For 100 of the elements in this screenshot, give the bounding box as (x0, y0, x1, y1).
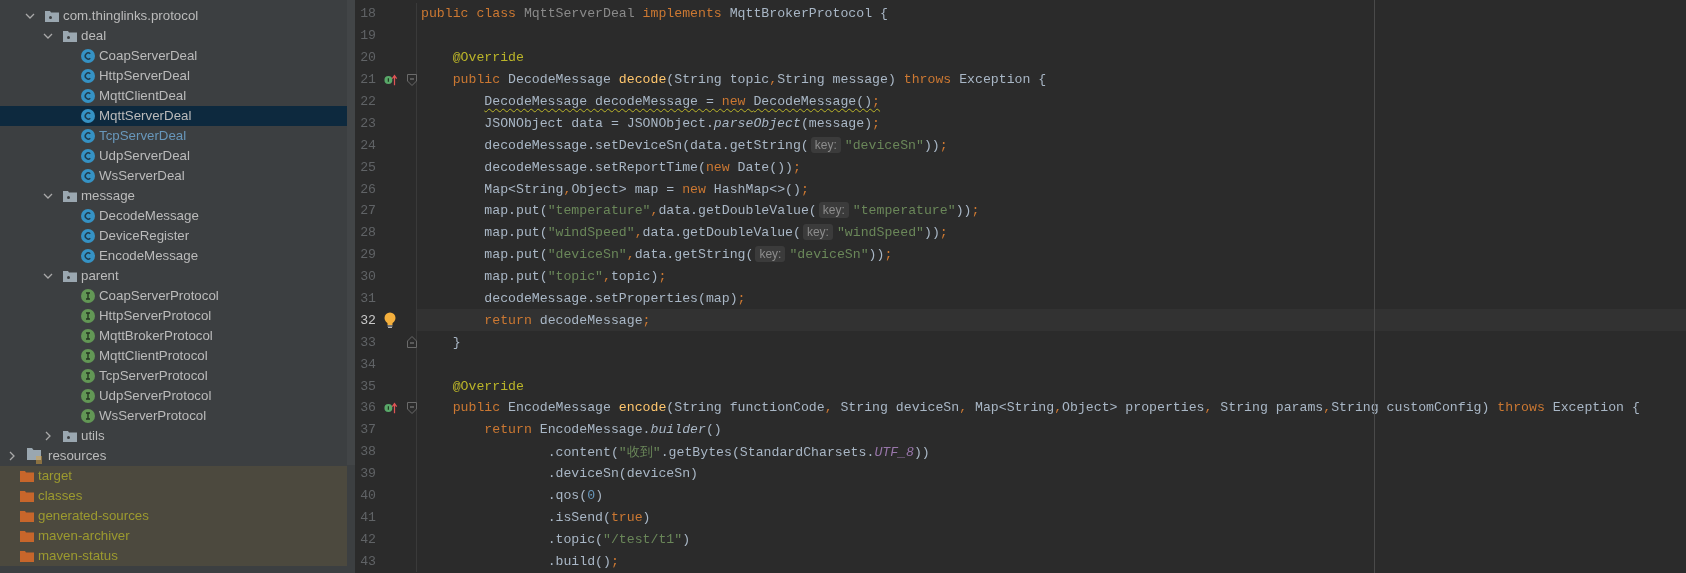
constant: UTF_8 (874, 444, 914, 460)
code-text: EncodeMessage. (539, 422, 651, 438)
method-call: parseObject (713, 115, 801, 131)
line-number: 22 (359, 94, 376, 109)
tree-row[interactable]: DeviceRegister (0, 226, 347, 246)
code-text: .build() (547, 553, 611, 569)
fold-icon[interactable] (407, 336, 417, 349)
tree-row[interactable]: MqttClientProtocol (0, 346, 347, 366)
code-text: EncodeMessage (508, 400, 612, 416)
code-text: MqttBrokerProtocol { (729, 6, 888, 22)
keyword: ; (800, 181, 809, 197)
tree-item-label: CoapServerProtocol (99, 288, 219, 304)
string-literal: "windSpeed" (836, 225, 924, 241)
tree-row[interactable]: TcpServerProtocol (0, 366, 347, 386)
package-icon (63, 30, 77, 42)
string-literal: "windSpeed" (547, 225, 635, 241)
fold-icon[interactable] (407, 73, 417, 86)
tree-item-label: resources (48, 448, 107, 464)
line-number: 30 (359, 269, 376, 285)
tree-row[interactable]: target (0, 466, 347, 486)
method-call: builder (650, 422, 706, 438)
keyword: public (452, 400, 502, 416)
chevron-down-icon[interactable] (43, 31, 53, 41)
keyword: public (452, 72, 502, 88)
code-text: String customConfig) (1331, 400, 1491, 416)
tree-row[interactable]: WsServerProtocol (0, 406, 347, 426)
package-icon (45, 10, 59, 22)
code-text: Object> properties (1062, 400, 1205, 416)
tree-item-label: CoapServerDeal (99, 48, 198, 64)
chevron-down-icon[interactable] (43, 271, 53, 281)
keyword: ; (642, 312, 651, 328)
tree-row[interactable]: CoapServerDeal (0, 46, 347, 66)
code-text: ) (642, 509, 651, 525)
tree-row[interactable]: deal (0, 26, 347, 46)
lightbulb-icon[interactable] (384, 312, 396, 329)
line-number: 20 (359, 50, 376, 66)
tree-row[interactable]: UdpServerDeal (0, 146, 347, 166)
keyword: , (563, 181, 572, 197)
tree-row[interactable]: maven-status (0, 546, 347, 566)
chevron-down-icon[interactable] (25, 11, 35, 21)
tree-row[interactable]: WsServerDeal (0, 166, 347, 186)
implements-method-icon[interactable] (384, 72, 398, 87)
chevron-right-icon[interactable] (43, 431, 53, 441)
code-text: Exception { (959, 72, 1047, 88)
tree-row[interactable]: generated-sources (0, 506, 347, 526)
tree-row[interactable]: DecodeMessage (0, 206, 347, 226)
folder-icon (20, 510, 34, 522)
keyword: ; (872, 94, 881, 109)
chevron-right-icon[interactable] (7, 451, 17, 461)
code-text: DecodeMessage (508, 72, 612, 88)
code-text: ) (682, 531, 691, 547)
string-literal: "deviceSn" (547, 247, 627, 263)
tree-row[interactable]: UdpServerProtocol (0, 386, 347, 406)
tree-row[interactable]: CoapServerProtocol (0, 286, 347, 306)
line-number: 21 (359, 72, 376, 88)
tree-row[interactable]: HttpServerDeal (0, 66, 347, 86)
tree-row[interactable]: MqttServerDeal (0, 106, 347, 126)
code-text: Map<String (975, 400, 1055, 416)
keyword: , (650, 203, 659, 219)
code-text: .content( (547, 444, 619, 460)
tree-row[interactable]: resources (0, 446, 347, 466)
tree-row[interactable]: MqttClientDeal (0, 86, 347, 106)
tree-row[interactable]: TcpServerDeal (0, 126, 347, 146)
tree-row[interactable]: com.thinglinks.protocol (0, 6, 347, 26)
tree-row[interactable]: parent (0, 266, 347, 286)
line-number: 25 (359, 159, 376, 175)
scrollbar[interactable] (347, 0, 355, 465)
keyword: ; (872, 115, 881, 131)
class-icon (81, 129, 95, 143)
tree-row[interactable]: MqttBrokerProtocol (0, 326, 347, 346)
fold-icon[interactable] (407, 401, 417, 414)
package-icon (63, 430, 77, 442)
keyword: implements (641, 6, 723, 22)
folder-icon (20, 550, 34, 562)
code-text: )) (868, 247, 885, 263)
tree-item-label: maven-status (38, 548, 118, 564)
interface-icon (81, 289, 95, 303)
class-icon (81, 49, 95, 63)
tree-item-label: TcpServerDeal (99, 128, 187, 144)
tree-row[interactable]: message (0, 186, 347, 206)
tree-row[interactable]: EncodeMessage (0, 246, 347, 266)
tree-row[interactable]: utils (0, 426, 347, 446)
keyword: , (1323, 400, 1332, 416)
keyword: , (824, 400, 834, 416)
tree-item-label: maven-archiver (38, 528, 130, 544)
chevron-down-icon[interactable] (43, 191, 53, 201)
tree-row[interactable]: classes (0, 486, 347, 506)
keyword: ; (884, 247, 893, 263)
string-literal: "topic" (547, 269, 604, 285)
implements-method-icon[interactable] (384, 400, 398, 415)
keyword: return (484, 422, 533, 438)
tree-row[interactable]: HttpServerProtocol (0, 306, 347, 326)
code-text: Map<String (484, 181, 564, 197)
class-icon (81, 89, 95, 103)
code-text: String deviceSn (840, 400, 960, 416)
tree-row[interactable]: maven-archiver (0, 526, 347, 546)
tree-item-label: generated-sources (38, 508, 149, 524)
line-number: 40 (359, 488, 376, 504)
tree-item-label: UdpServerDeal (99, 148, 190, 164)
interface-icon (81, 369, 95, 383)
